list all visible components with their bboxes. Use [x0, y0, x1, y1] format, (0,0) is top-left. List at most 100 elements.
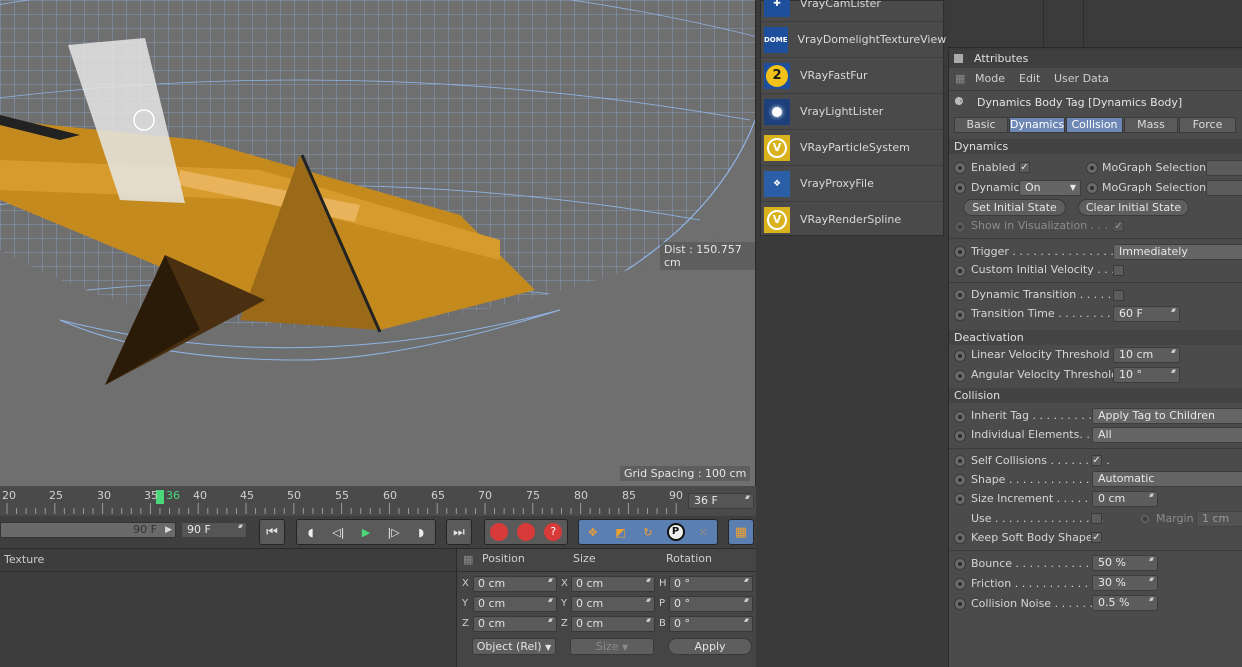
animate-radio[interactable] — [954, 474, 966, 486]
animate-radio[interactable] — [954, 221, 966, 233]
timeline-window-icon[interactable]: ▦ — [728, 519, 754, 545]
linear-velocity-threshold-field[interactable]: 10 cm — [1113, 347, 1180, 363]
panel-handle-icon[interactable] — [954, 54, 963, 63]
animate-radio[interactable] — [954, 289, 966, 301]
rotation-p-field[interactable]: 0 ° — [669, 596, 753, 612]
animate-radio[interactable] — [954, 493, 966, 505]
plugin-item-vraydomelight[interactable]: DOME VrayDomelightTextureView — [761, 22, 946, 58]
coordinate-mode-dropdown[interactable]: Object (Rel) ▼ — [472, 638, 556, 655]
rotation-h-field[interactable]: 0 ° — [669, 576, 753, 592]
goto-start-icon[interactable]: ⏮ — [259, 519, 285, 545]
animate-radio[interactable] — [1086, 162, 1098, 174]
dynamic-transition-checkbox[interactable] — [1113, 290, 1124, 301]
plugin-item-vrayrenderspline[interactable]: V VRayRenderSpline — [761, 202, 943, 238]
tab-mass[interactable]: Mass — [1124, 117, 1178, 133]
size-x-field[interactable]: 0 cm — [571, 576, 655, 592]
move-key-icon[interactable]: ✥ — [579, 520, 607, 544]
enabled-checkbox[interactable]: ✓ — [1019, 162, 1030, 173]
animate-radio[interactable] — [954, 182, 966, 194]
animate-radio[interactable] — [954, 532, 966, 544]
animate-radio[interactable] — [1139, 513, 1151, 525]
animate-radio[interactable] — [954, 430, 966, 442]
position-z-field[interactable]: 0 cm — [473, 616, 557, 632]
end-frame-field[interactable]: 90 F — [181, 522, 247, 538]
friction-field[interactable]: 30 % — [1092, 575, 1158, 591]
menu-user-data[interactable]: User Data — [1054, 72, 1109, 85]
autokey-icon[interactable] — [512, 520, 539, 544]
size-increment-label: Size Increment . . . . . . . . — [971, 492, 1110, 505]
animate-radio[interactable] — [954, 265, 966, 277]
scale-key-icon[interactable]: ◩ — [607, 520, 635, 544]
dynamic-dropdown[interactable]: On ▼ — [1019, 180, 1081, 196]
inherit-tag-dropdown[interactable]: Apply Tag to Children — [1092, 408, 1242, 424]
animate-radio[interactable] — [954, 309, 966, 321]
plugin-item-vrayfastfur[interactable]: 2 VRayFastFur — [761, 58, 943, 94]
3d-viewport[interactable]: Dist : 150.757 cm Grid Spacing : 100 cm — [0, 0, 756, 486]
animate-radio[interactable] — [954, 370, 966, 382]
show-in-visualization-checkbox[interactable]: ✓ — [1113, 221, 1124, 232]
mograph-selection-field-2[interactable] — [1206, 180, 1242, 196]
animate-radio[interactable] — [1086, 182, 1098, 194]
play-icon[interactable]: ▶ — [352, 520, 380, 544]
margin-field[interactable]: 1 cm — [1196, 511, 1242, 527]
animate-radio[interactable] — [954, 598, 966, 610]
keyframe-selection-icon[interactable]: ? — [540, 520, 567, 544]
animate-radio[interactable] — [954, 558, 966, 570]
collision-noise-field[interactable]: 0.5 % — [1092, 595, 1158, 611]
tab-force[interactable]: Force — [1179, 117, 1236, 133]
angular-velocity-threshold-field[interactable]: 10 ° — [1113, 367, 1180, 383]
parameter-key-icon[interactable]: P — [662, 520, 690, 544]
tab-dynamics[interactable]: Dynamics — [1009, 117, 1065, 133]
rotation-b-field[interactable]: 0 ° — [669, 616, 753, 632]
animate-radio[interactable] — [954, 162, 966, 174]
size-increment-field[interactable]: 0 cm — [1092, 491, 1158, 507]
goto-end-icon[interactable]: ⏭ — [446, 519, 472, 545]
rotate-key-icon[interactable]: ↻ — [634, 520, 662, 544]
clear-initial-state-button[interactable]: Clear Initial State — [1078, 199, 1189, 216]
plugin-item-vrayproxyfile[interactable]: ❖ VrayProxyFile — [761, 166, 943, 202]
previous-frame-icon[interactable]: ◁| — [325, 520, 353, 544]
set-initial-state-button[interactable]: Set Initial State — [963, 199, 1066, 216]
size-mode-dropdown[interactable]: Size ▼ — [570, 638, 654, 655]
self-collisions-checkbox[interactable]: ✓ — [1091, 455, 1102, 466]
menu-mode[interactable]: Mode — [975, 72, 1005, 85]
next-frame-icon[interactable]: |▷ — [380, 520, 408, 544]
size-y-field[interactable]: 0 cm — [571, 596, 655, 612]
custom-initial-velocity-checkbox[interactable] — [1113, 265, 1124, 276]
plugin-label: VrayProxyFile — [800, 177, 874, 190]
shape-dropdown[interactable]: Automatic — [1092, 471, 1242, 487]
animate-radio[interactable] — [954, 350, 966, 362]
current-frame-field[interactable]: 36 F — [688, 493, 754, 509]
animate-radio[interactable] — [954, 455, 966, 467]
size-z-field[interactable]: 0 cm — [571, 616, 655, 632]
trigger-dropdown[interactable]: Immediately — [1113, 244, 1242, 260]
record-keys-icon[interactable] — [485, 520, 512, 544]
animate-radio[interactable] — [954, 246, 966, 258]
plugin-item-vraycamlister[interactable]: ✚ VrayCamLister — [761, 0, 943, 22]
tab-collision[interactable]: Collision — [1066, 117, 1123, 133]
apply-button[interactable]: Apply — [668, 638, 752, 655]
frame-range-slider[interactable]: 90 F ▶ — [0, 522, 176, 538]
mograph-selection-field[interactable] — [1206, 160, 1242, 176]
animate-radio[interactable] — [954, 578, 966, 590]
rotation-header: Rotation — [666, 552, 713, 565]
pla-key-icon[interactable]: ⁙ — [689, 520, 717, 544]
texture-menu[interactable]: Texture — [4, 553, 44, 566]
animate-radio[interactable] — [954, 411, 966, 423]
position-y-field[interactable]: 0 cm — [473, 596, 557, 612]
position-x-field[interactable]: 0 cm — [473, 576, 557, 592]
bounce-field[interactable]: 50 % — [1092, 555, 1158, 571]
individual-elements-dropdown[interactable]: All — [1092, 427, 1242, 443]
keep-soft-body-shape-checkbox[interactable]: ✓ — [1091, 532, 1102, 543]
previous-key-icon[interactable]: ◖ — [297, 520, 325, 544]
key-filters-group: ✥ ◩ ↻ P ⁙ — [578, 519, 718, 545]
timeline-ruler[interactable]: 20 25 30 35 36 40 45 50 55 60 65 70 75 8… — [0, 486, 756, 516]
menu-edit[interactable]: Edit — [1019, 72, 1040, 85]
plugin-item-vraylightlister[interactable]: VrayLightLister — [761, 94, 943, 130]
next-key-icon[interactable]: ◗ — [407, 520, 435, 544]
transition-time-field[interactable]: 60 F — [1113, 306, 1180, 322]
use-margin-checkbox[interactable] — [1091, 513, 1102, 524]
tab-basic[interactable]: Basic — [954, 117, 1008, 133]
plugin-item-vrayparticlesystem[interactable]: V VRayParticleSystem — [761, 130, 943, 166]
tick-label: 55 — [335, 489, 349, 502]
